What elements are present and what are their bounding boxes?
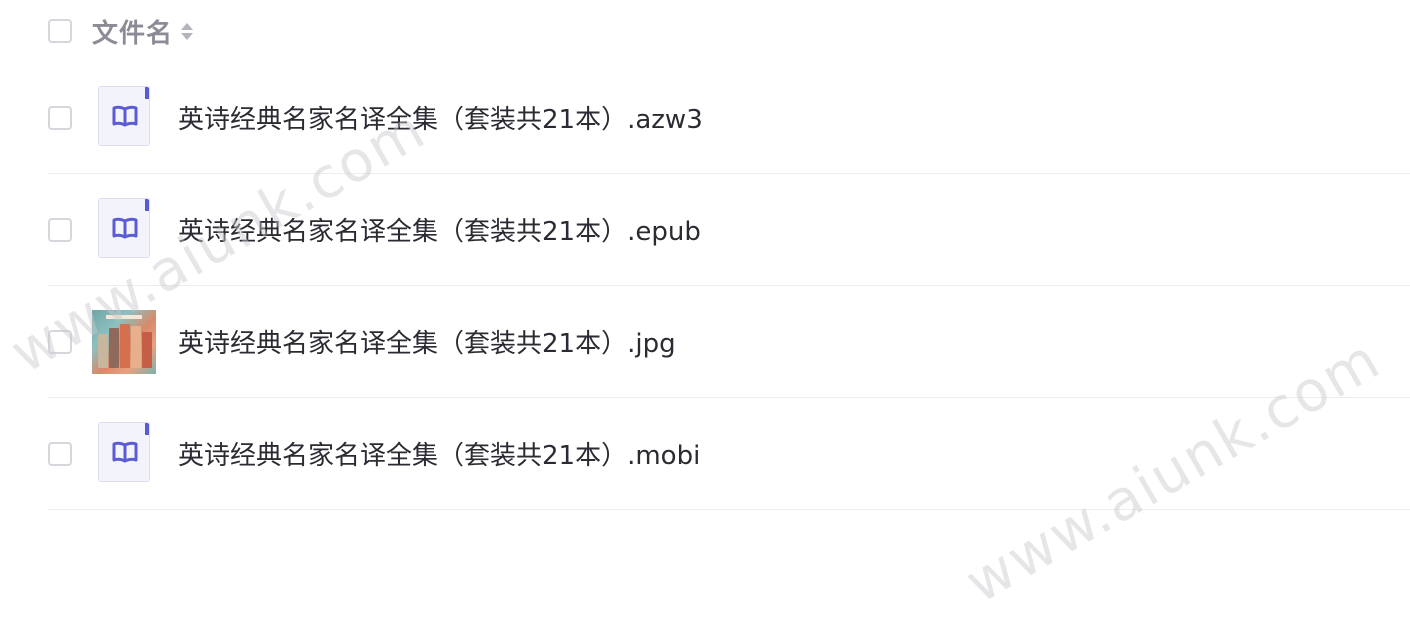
file-list: 文件名 英诗经典名家名译全集（套装共21本）.azw3 英诗经典名家名译全集（套… xyxy=(48,0,1410,510)
row-checkbox[interactable] xyxy=(48,105,72,130)
table-row[interactable]: 英诗经典名家名译全集（套装共21本）.jpg xyxy=(48,286,1410,398)
file-thumbnail[interactable] xyxy=(92,85,156,150)
row-checkbox[interactable] xyxy=(48,217,72,242)
column-header-filename[interactable]: 文件名 xyxy=(92,13,173,50)
ebook-icon xyxy=(98,85,150,146)
image-thumbnail xyxy=(92,309,156,374)
table-row[interactable]: 英诗经典名家名译全集（套装共21本）.epub xyxy=(48,174,1410,286)
row-checkbox[interactable] xyxy=(48,441,72,466)
list-header: 文件名 xyxy=(48,0,1410,62)
sort-icon[interactable] xyxy=(181,22,194,40)
ebook-icon xyxy=(98,421,150,482)
file-thumbnail[interactable] xyxy=(92,421,156,486)
file-thumbnail[interactable] xyxy=(92,197,156,262)
ebook-icon xyxy=(98,197,150,258)
table-row[interactable]: 英诗经典名家名译全集（套装共21本）.mobi xyxy=(48,398,1410,510)
table-row[interactable]: 英诗经典名家名译全集（套装共21本）.azw3 xyxy=(48,62,1410,174)
file-name[interactable]: 英诗经典名家名译全集（套装共21本）.mobi xyxy=(178,435,700,472)
file-thumbnail[interactable] xyxy=(92,309,156,374)
select-all-checkbox[interactable] xyxy=(48,19,72,43)
file-name[interactable]: 英诗经典名家名译全集（套装共21本）.azw3 xyxy=(178,99,703,136)
file-name[interactable]: 英诗经典名家名译全集（套装共21本）.jpg xyxy=(178,323,676,360)
file-name[interactable]: 英诗经典名家名译全集（套装共21本）.epub xyxy=(178,211,701,248)
row-checkbox[interactable] xyxy=(48,329,72,354)
